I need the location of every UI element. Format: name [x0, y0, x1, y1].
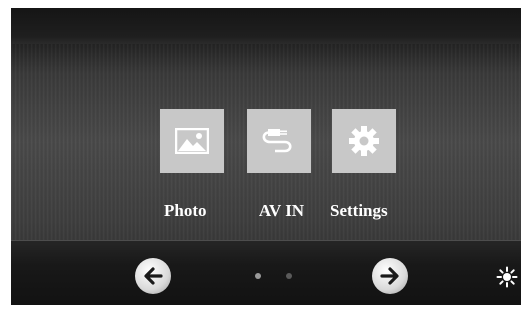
- settings-tile[interactable]: [332, 109, 396, 173]
- top-band: [11, 8, 521, 44]
- arrow-right-icon: [380, 267, 399, 285]
- photo-icon: [175, 128, 209, 154]
- page-indicator-dot-active: [255, 273, 261, 279]
- av-in-label[interactable]: AV IN: [240, 201, 323, 221]
- previous-page-button[interactable]: [135, 258, 171, 294]
- brightness-icon: [496, 266, 518, 288]
- bottom-nav-bar: [11, 240, 521, 305]
- page-indicator-dot: [286, 273, 292, 279]
- photo-tile[interactable]: [160, 109, 224, 173]
- av-in-tile[interactable]: [247, 109, 311, 173]
- av-plug-icon: [262, 129, 292, 153]
- brightness-button[interactable]: [496, 266, 518, 288]
- arrow-left-icon: [144, 267, 163, 285]
- next-page-button[interactable]: [372, 258, 408, 294]
- photo-label[interactable]: Photo: [164, 201, 207, 221]
- settings-label[interactable]: Settings: [330, 201, 388, 221]
- device-screen: Photo AV IN Settings: [11, 8, 521, 305]
- gear-icon: [349, 126, 379, 156]
